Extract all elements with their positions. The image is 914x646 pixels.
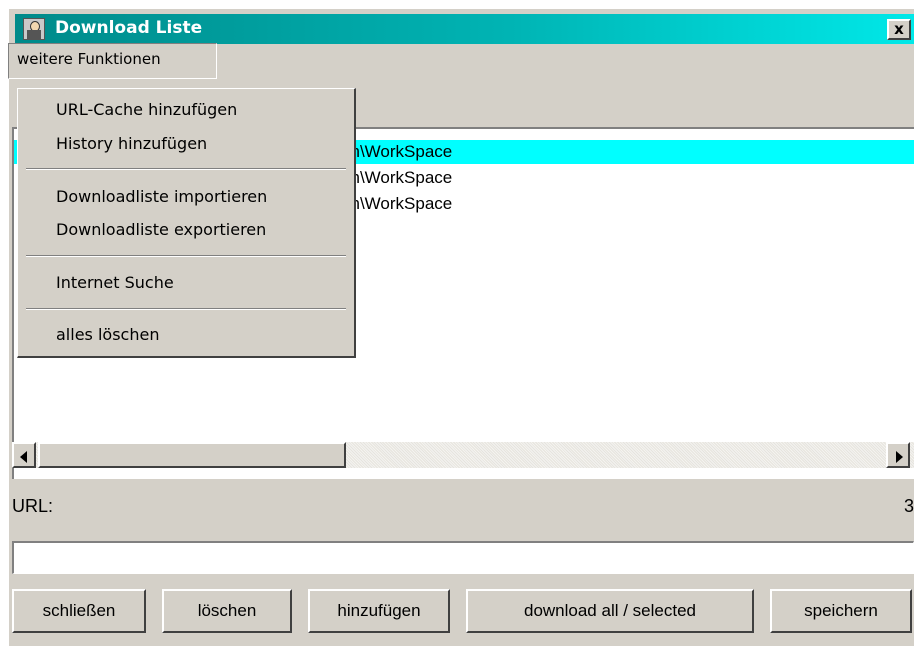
menu-separator — [26, 255, 346, 257]
menu-separator — [26, 308, 346, 310]
save-button[interactable]: speichern — [770, 589, 912, 633]
menu-item-export[interactable]: Downloadliste exportieren — [56, 220, 266, 239]
menu-item-internet-search[interactable]: Internet Suche — [56, 273, 174, 292]
menu-item-url-cache[interactable]: URL-Cache hinzufügen — [56, 100, 237, 119]
arrow-right-icon — [896, 451, 903, 463]
arrow-left-icon — [20, 451, 27, 463]
menu-item-import[interactable]: Downloadliste importieren — [56, 187, 267, 206]
download-all-selected-button[interactable]: download all / selected — [466, 589, 754, 633]
close-window-button[interactable]: x — [887, 19, 911, 40]
menu-item-history[interactable]: History hinzufügen — [56, 134, 207, 153]
scroll-right-button[interactable] — [886, 442, 910, 468]
app-icon — [23, 18, 45, 40]
delete-button[interactable]: löschen — [162, 589, 292, 633]
window-title: Download Liste — [55, 18, 203, 38]
add-button[interactable]: hinzufügen — [308, 589, 450, 633]
scroll-thumb[interactable] — [38, 442, 346, 468]
url-input[interactable] — [12, 541, 914, 574]
close-icon: x — [894, 20, 904, 38]
url-label: URL: — [12, 496, 54, 516]
menu-item-delete-all[interactable]: alles löschen — [56, 325, 159, 344]
scroll-left-button[interactable] — [12, 442, 36, 468]
menu-separator — [26, 168, 346, 170]
weitere-funktionen-menu[interactable]: weitere Funktionen — [8, 43, 217, 79]
item-count: 3 — [903, 496, 914, 516]
close-button[interactable]: schließen — [12, 589, 146, 633]
functions-popup-menu: URL-Cache hinzufügen History hinzufügen … — [17, 88, 356, 358]
title-bar[interactable]: Download Liste x — [15, 14, 914, 44]
horizontal-scrollbar[interactable] — [12, 442, 914, 468]
